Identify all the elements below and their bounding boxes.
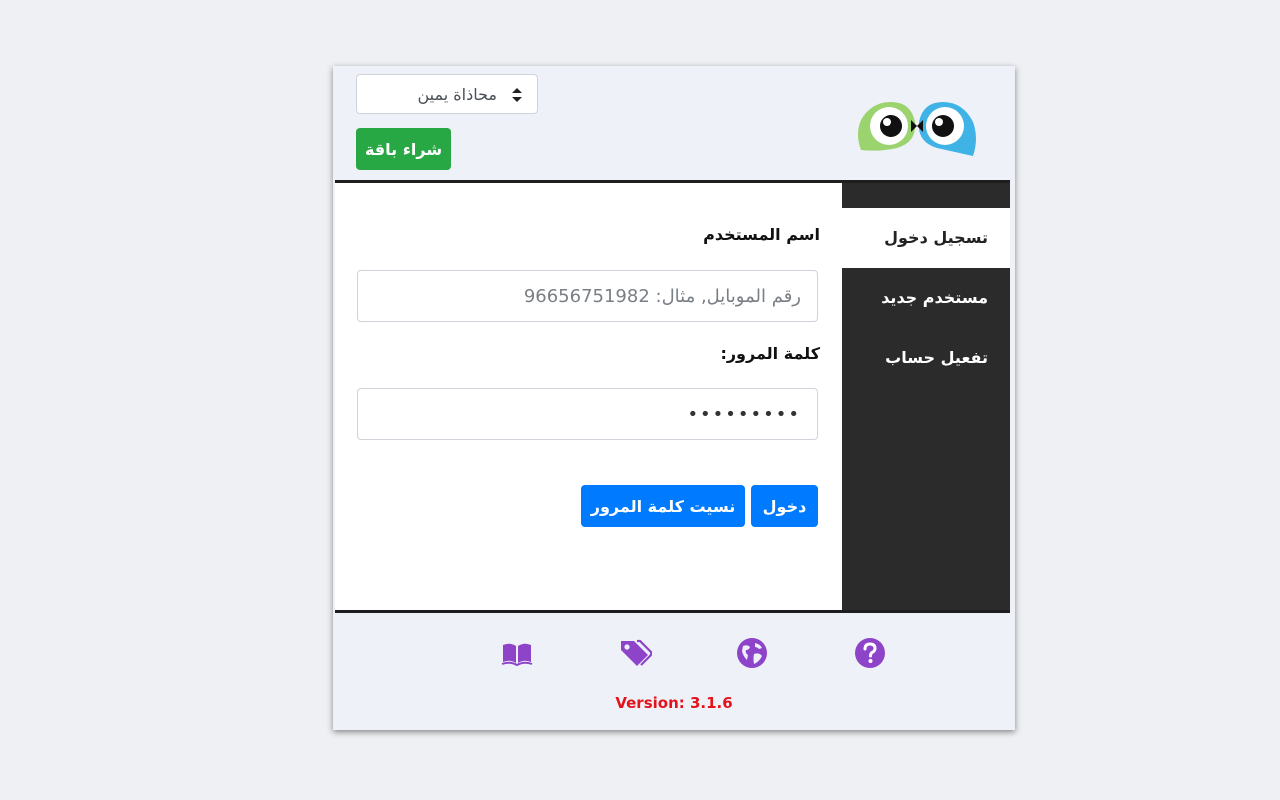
version-label: Version: 3.1.6: [615, 694, 733, 712]
main-panel: اسم المستخدم كلمة المرور: دخول نسيت كلمة…: [335, 180, 1010, 613]
login-button[interactable]: دخول: [751, 485, 818, 527]
password-input[interactable]: [357, 388, 818, 440]
forgot-password-button[interactable]: نسيت كلمة المرور: [581, 485, 745, 527]
password-label: كلمة المرور:: [720, 344, 820, 363]
alignment-select-value: محاذاة يمين: [417, 85, 497, 104]
extension-popup: محاذاة يمين شراء باقة اسم المستخدم كلمة …: [333, 66, 1015, 730]
tab-activate-account[interactable]: تفعيل حساب: [842, 328, 1010, 388]
tab-new-user[interactable]: مستخدم جديد: [842, 268, 1010, 328]
help-icon[interactable]: [853, 636, 887, 670]
tabs-sidebar: تسجيل دخول مستخدم جديد تفعيل حساب: [842, 183, 1010, 610]
username-input[interactable]: [357, 270, 818, 322]
login-form: اسم المستخدم كلمة المرور: دخول نسيت كلمة…: [335, 183, 842, 610]
select-arrows-icon: [512, 88, 522, 102]
globe-icon[interactable]: [735, 636, 769, 670]
username-label: اسم المستخدم: [703, 225, 820, 244]
book-icon[interactable]: [500, 636, 534, 670]
tab-login[interactable]: تسجيل دخول: [842, 208, 1010, 268]
tab-activate-account-label: تفعيل حساب: [885, 348, 988, 367]
tab-new-user-label: مستخدم جديد: [881, 288, 988, 307]
alignment-select[interactable]: محاذاة يمين: [356, 74, 538, 114]
tags-icon[interactable]: [618, 636, 652, 670]
app-logo: [858, 102, 976, 156]
footer-icon-bar: [333, 636, 1015, 672]
tab-login-label: تسجيل دخول: [884, 228, 988, 247]
buy-package-button[interactable]: شراء باقة: [356, 128, 451, 170]
